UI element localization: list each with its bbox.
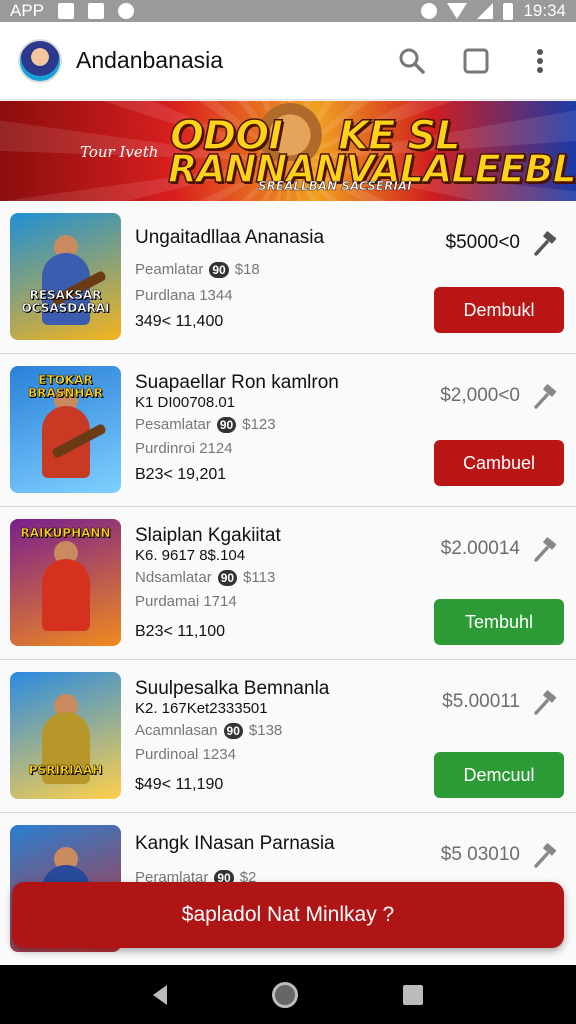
thumb-caption: RAIKUPHANN — [20, 526, 111, 540]
banner-tag: Tour Iveth — [80, 143, 159, 161]
status-app-label: APP — [10, 1, 45, 20]
hammer-icon[interactable] — [532, 384, 558, 410]
item-price: $5 03010 — [440, 844, 520, 865]
item-count: B23< 19,201 — [135, 466, 227, 483]
bottom-cta-button[interactable]: $apladol Nat Minlkay ? — [12, 882, 564, 948]
hammer-icon[interactable] — [532, 690, 558, 716]
item-badge: 90 — [223, 722, 243, 739]
item-thumbnail[interactable]: RAIKUPHANN — [10, 519, 121, 646]
item-action-button[interactable]: Dembukl — [434, 287, 564, 333]
item-action-button[interactable]: Tembuhl — [434, 599, 564, 645]
item-meta-1: Peamlatar 90 $18 — [135, 261, 260, 278]
thumb-caption: PSRIRIAAH — [28, 763, 103, 777]
search-icon[interactable] — [398, 47, 426, 75]
hammer-icon[interactable] — [532, 537, 558, 563]
item-meta-2: Purdlana 1344 — [135, 287, 233, 304]
item-thumbnail[interactable]: RESAKSAR OCSASDARAI — [10, 213, 121, 340]
item-meta-2: Purdamai 1714 — [135, 593, 237, 610]
notification-icon-2 — [88, 3, 105, 19]
thumb-caption: RESAKSAR OCSASDARAI — [21, 288, 110, 315]
item-code: K1 DI00708.01 — [135, 394, 236, 411]
alarm-icon — [421, 3, 438, 19]
item-list: RESAKSAR OCSASDARAI Ungaitadllaa Ananasi… — [0, 201, 576, 966]
hammer-icon[interactable] — [532, 231, 558, 257]
item-badge: 90 — [217, 569, 238, 586]
status-bar: APP 19:34 — [0, 0, 576, 22]
hammer-icon[interactable] — [532, 843, 558, 869]
avatar[interactable] — [18, 38, 62, 83]
item-meta-1: Pesamlatar 90 $123 — [135, 416, 276, 433]
item-badge: 90 — [216, 416, 237, 433]
item-action-button[interactable]: Cambuel — [434, 440, 564, 486]
battery-icon — [503, 2, 514, 20]
status-time: 19:34 — [523, 1, 566, 20]
item-meta-value: $18 — [234, 261, 260, 278]
home-icon[interactable] — [271, 981, 298, 1008]
system-nav-bar — [0, 965, 576, 1024]
item-count: B23< 11,100 — [135, 623, 226, 640]
recent-apps-icon[interactable] — [403, 984, 424, 1005]
notification-icon-3 — [118, 3, 135, 19]
more-options-icon[interactable] — [526, 47, 554, 75]
wifi-icon — [447, 3, 468, 19]
item-price: $5000<0 — [445, 232, 521, 253]
thumb-figure-body — [42, 559, 90, 631]
item-title: Suulpesalka Bemnanla — [135, 678, 330, 699]
item-meta-value: $138 — [248, 722, 283, 739]
item-meta-label: Pesamlatar — [135, 416, 211, 433]
list-item[interactable]: RESAKSAR OCSASDARAI Ungaitadllaa Ananasi… — [0, 201, 576, 354]
item-price: $2.00014 — [440, 538, 520, 559]
item-title: Kangk INasan Parnasia — [135, 833, 335, 854]
app-bar: Andanbanasia — [0, 22, 576, 100]
banner-subline: SREALLBAN SACSERIAI — [258, 179, 412, 194]
item-badge: 90 — [209, 261, 229, 278]
back-icon[interactable] — [152, 984, 167, 1005]
list-item[interactable]: ETOKAR BRASNHAR Suapaellar Ron kamlron K… — [0, 354, 576, 507]
item-action-button[interactable]: Demcuul — [434, 752, 564, 798]
item-count: $49< 11,190 — [135, 776, 224, 793]
item-price: $2,000<0 — [440, 385, 520, 406]
item-thumbnail[interactable]: PSRIRIAAH — [10, 672, 121, 799]
item-meta-label: Ndsamlatar — [135, 569, 212, 586]
item-meta-value: $123 — [242, 416, 276, 433]
item-meta-2: Purdinoal 1234 — [135, 746, 236, 763]
item-price: $5.00011 — [442, 691, 520, 712]
item-meta-2: Purdinroi 2124 — [135, 440, 233, 457]
square-icon[interactable] — [462, 47, 490, 75]
promo-banner[interactable]: Tour Iveth ODOI KE SL RANNANVALALEEBL! SR… — [0, 101, 576, 201]
item-meta-1: Acamnlasan 90 $138 — [135, 722, 282, 739]
item-meta-value: $113 — [243, 569, 276, 586]
list-item[interactable]: PSRIRIAAH Suulpesalka Bemnanla K2. 167Ke… — [0, 660, 576, 813]
item-meta-label: Acamnlasan — [135, 722, 218, 739]
item-meta-1: Ndsamlatar 90 $113 — [135, 569, 275, 586]
thumb-caption: ETOKAR BRASNHAR — [28, 373, 103, 400]
item-thumbnail[interactable]: ETOKAR BRASNHAR — [10, 366, 121, 493]
item-count: 349< 11,400 — [135, 313, 224, 330]
item-title: Ungaitadllaa Ananasia — [135, 227, 325, 248]
item-meta-label: Peamlatar — [135, 261, 204, 278]
item-title: Suapaellar Ron kamlron — [135, 372, 339, 393]
item-code: K2. 167Ket2333501 — [135, 700, 268, 717]
item-title: Slaiplan Kgakiitat — [135, 525, 281, 546]
signal-icon — [477, 3, 494, 19]
item-code: K6. 9617 8$.104 — [135, 547, 246, 564]
list-item[interactable]: RAIKUPHANN Slaiplan Kgakiitat K6. 9617 8… — [0, 507, 576, 660]
notification-icon — [58, 3, 75, 19]
app-title: Andanbanasia — [76, 47, 224, 73]
